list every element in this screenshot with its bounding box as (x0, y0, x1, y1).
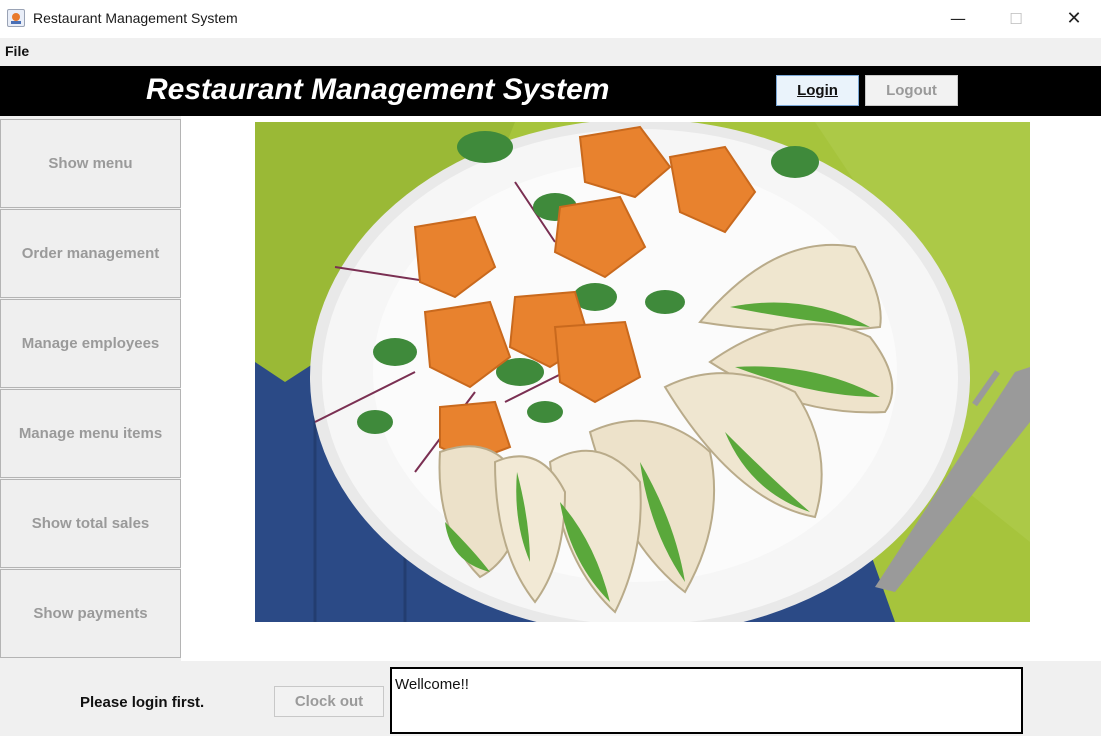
show-payments-button[interactable]: Show payments (0, 569, 181, 658)
close-icon[interactable]: ✕ (1045, 0, 1101, 38)
window-title: Restaurant Management System (33, 10, 238, 26)
logout-button[interactable]: Logout (865, 75, 958, 106)
clock-out-button[interactable]: Clock out (274, 686, 384, 717)
welcome-message-box[interactable]: Wellcome!! (390, 667, 1023, 734)
show-total-sales-button[interactable]: Show total sales (0, 479, 181, 568)
manage-employees-button[interactable]: Manage employees (0, 299, 181, 388)
minimize-icon[interactable]: — (929, 0, 987, 38)
login-button-label: Login (797, 82, 838, 99)
title-bar: Restaurant Management System — ☐ ✕ (0, 0, 1101, 39)
java-app-icon (7, 9, 25, 27)
order-management-button[interactable]: Order management (0, 209, 181, 298)
maximize-icon[interactable]: ☐ (987, 0, 1045, 38)
food-plate-image (255, 122, 1030, 622)
login-status-text: Please login first. (80, 694, 205, 711)
header-banner: Restaurant Management System Login Logou… (0, 66, 1101, 116)
app-header-title: Restaurant Management System (146, 73, 610, 106)
menu-bar: File (0, 38, 1101, 65)
show-menu-button[interactable]: Show menu (0, 119, 181, 208)
manage-menu-items-button[interactable]: Manage menu items (0, 389, 181, 478)
login-button[interactable]: Login (776, 75, 859, 106)
file-menu[interactable]: File (5, 43, 29, 59)
